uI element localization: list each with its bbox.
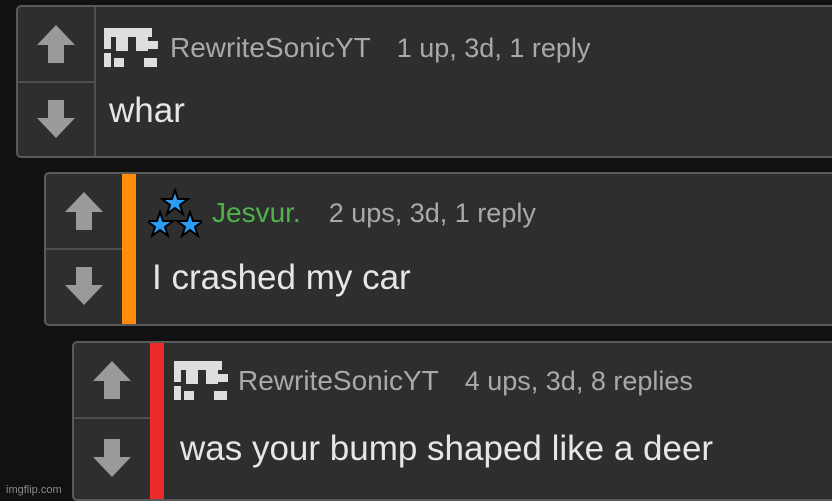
comment-text: was your bump shaped like a deer — [180, 429, 714, 468]
arrow-down-icon — [37, 99, 75, 138]
comment-1: RewriteSonicYT 1 up, 3d, 1 reply whar — [16, 5, 832, 158]
arrow-down-icon — [65, 267, 103, 305]
username[interactable]: RewriteSonicYT — [238, 365, 439, 397]
comment-3: RewriteSonicYT 4 ups, 3d, 8 replies was … — [72, 341, 832, 501]
vote-column — [74, 343, 152, 499]
reply-depth-stripe — [122, 174, 136, 324]
arrow-up-icon — [65, 192, 103, 230]
vote-column — [46, 174, 124, 324]
comment-stats: 1 up, 3d, 1 reply — [396, 32, 591, 63]
arrow-up-icon — [93, 361, 131, 399]
comment-meta: RewriteSonicYT 1 up, 3d, 1 reply — [104, 25, 590, 71]
upvote-button[interactable] — [74, 343, 150, 417]
watermark: imgflip.com — [6, 484, 62, 496]
upvote-button[interactable] — [46, 174, 122, 248]
comment-meta: RewriteSonicYT 4 ups, 3d, 8 replies — [174, 358, 693, 404]
downvote-button[interactable] — [46, 248, 122, 324]
downvote-button[interactable] — [18, 81, 94, 156]
comment-meta: Jesvur. 2 ups, 3d, 1 reply — [148, 188, 536, 238]
comment-text: I crashed my car — [152, 258, 411, 297]
pixel-avatar-icon[interactable] — [174, 358, 230, 404]
username[interactable]: Jesvur. — [212, 197, 301, 229]
vote-column — [18, 7, 96, 156]
username[interactable]: RewriteSonicYT — [170, 32, 371, 64]
comment-2: Jesvur. 2 ups, 3d, 1 reply I crashed my … — [44, 172, 832, 326]
comment-stats: 2 ups, 3d, 1 reply — [328, 197, 536, 228]
reply-depth-stripe — [150, 343, 164, 499]
comment-text: whar — [109, 91, 185, 130]
stars-avatar-icon[interactable] — [148, 188, 202, 238]
arrow-down-icon — [93, 439, 131, 477]
pixel-avatar-icon[interactable] — [104, 25, 160, 71]
comment-stats: 4 ups, 3d, 8 replies — [464, 365, 693, 396]
downvote-button[interactable] — [74, 417, 150, 499]
upvote-button[interactable] — [18, 7, 94, 81]
arrow-up-icon — [37, 25, 75, 63]
